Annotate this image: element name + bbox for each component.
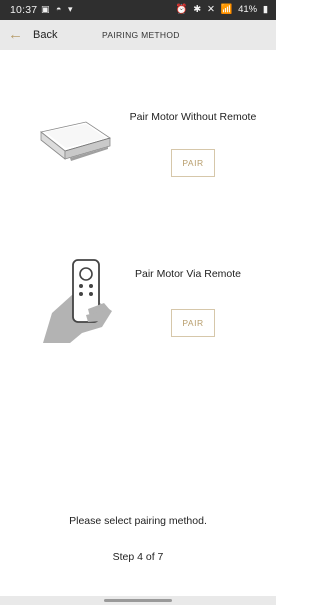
step-indicator: Step 4 of 7 bbox=[112, 551, 164, 563]
instruction-text: Please select pairing method. bbox=[69, 515, 207, 527]
alarm-icon: ⏰ bbox=[175, 4, 188, 15]
bluetooth-icon: ✱ bbox=[193, 4, 202, 15]
status-bar: 10:37 ▣ ◓ ▾ ⏰ ✱ ✕ 📶 41% ▮ bbox=[0, 0, 276, 20]
pair-via-remote-button[interactable]: PAIR bbox=[171, 309, 215, 337]
home-handle[interactable] bbox=[104, 599, 172, 602]
signal-icon: 📶 bbox=[220, 4, 233, 15]
battery-percent: 41% bbox=[238, 4, 258, 15]
system-icons: ⏰ ✱ ✕ 📶 41% ▮ bbox=[173, 4, 268, 15]
pair-without-remote-button[interactable]: PAIR bbox=[171, 149, 215, 177]
system-nav-bar bbox=[0, 596, 276, 605]
back-arrow-icon: ← bbox=[8, 26, 23, 43]
option-title: Pair Motor Without Remote bbox=[129, 111, 257, 123]
option-pair-via-remote: Pair Motor Via Remote PAIR bbox=[0, 250, 276, 360]
back-label: Back bbox=[33, 29, 58, 41]
notification-icons: ▣ ◓ ▾ bbox=[41, 4, 75, 14]
back-button[interactable]: ← Back bbox=[8, 26, 57, 44]
status-time: 10:37 bbox=[10, 4, 38, 16]
battery-icon: ▮ bbox=[262, 4, 268, 15]
hand-remote-icon bbox=[43, 259, 112, 343]
mute-icon: ✕ bbox=[207, 4, 215, 15]
option-title: Pair Motor Via Remote bbox=[134, 268, 241, 280]
page-title: PAIRING METHOD bbox=[102, 30, 180, 40]
option-pair-without-remote: Pair Motor Without Remote PAIR bbox=[0, 100, 276, 190]
motor-box-icon bbox=[40, 121, 111, 161]
app-header: ← Back PAIRING METHOD bbox=[0, 20, 276, 50]
